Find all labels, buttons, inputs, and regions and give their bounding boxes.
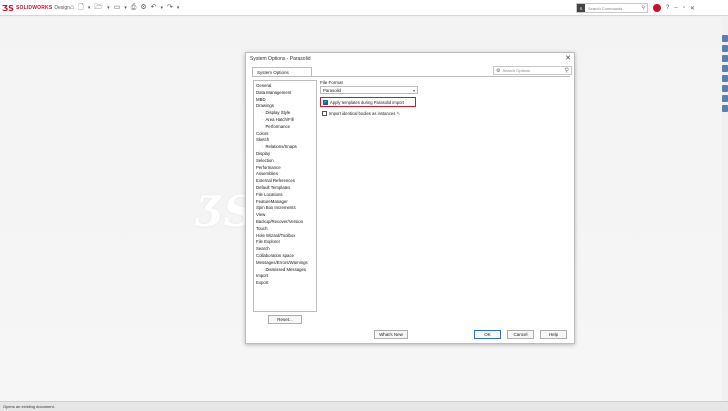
whats-new-button[interactable]: What's New bbox=[374, 330, 408, 339]
search-commands-box[interactable]: S Search Commands ⚲ bbox=[576, 3, 648, 13]
import-identical-option: Import identical bodies as instances ⇖ bbox=[322, 110, 401, 117]
search-icon[interactable]: ⚲ bbox=[565, 67, 569, 74]
tree-item[interactable]: Import bbox=[256, 273, 316, 280]
window-controls: ? – ▫ ✕ bbox=[653, 3, 695, 13]
new-document-icon[interactable]: 🗋 bbox=[78, 3, 84, 13]
tree-item[interactable]: Touch bbox=[256, 226, 316, 233]
options-gear-icon[interactable]: ⚙ bbox=[140, 3, 146, 13]
tree-item[interactable]: Data Management bbox=[256, 90, 316, 97]
task-pane-appearances-icon[interactable] bbox=[722, 75, 728, 82]
status-text: Opens an existing document. bbox=[3, 404, 55, 409]
import-identical-checkbox[interactable] bbox=[322, 111, 327, 116]
status-bar: Opens an existing document. bbox=[0, 401, 728, 411]
redo-icon[interactable]: ↷ bbox=[167, 3, 173, 13]
search-options-input[interactable]: Search Options bbox=[502, 68, 530, 73]
tree-item[interactable]: Performance bbox=[256, 165, 316, 172]
tree-item[interactable]: Export bbox=[256, 280, 316, 287]
tree-item[interactable]: Messages/Errors/Warnings bbox=[256, 260, 316, 267]
tree-item[interactable]: General bbox=[256, 83, 316, 90]
tree-item[interactable]: Selection bbox=[256, 158, 316, 165]
file-format-select[interactable]: Parasolid ▾ bbox=[320, 86, 418, 94]
mouse-cursor-icon: ⇖ bbox=[396, 110, 401, 117]
tree-item[interactable]: Backup/Recover/Version bbox=[256, 219, 316, 226]
options-tree: GeneralData ManagementMBDDrawingsDisplay… bbox=[253, 80, 317, 312]
tree-item[interactable]: Drawings bbox=[256, 103, 316, 110]
tree-item[interactable]: Display Style bbox=[256, 110, 316, 117]
save-icon[interactable]: ▭ bbox=[114, 3, 121, 13]
search-commands-input[interactable]: Search Commands bbox=[588, 6, 622, 11]
help-button[interactable]: Help bbox=[540, 330, 567, 339]
brand-name: SOLIDWORKS bbox=[15, 5, 53, 11]
quick-access-toolbar: ⌂ 🗋 ▾ 🗁 ▾ ▭ ▾ ⎙ ⚙ ↶ ▾ ↷ ▾ bbox=[70, 3, 179, 13]
reset-button[interactable]: Reset... bbox=[268, 315, 302, 324]
tree-item[interactable]: Spin Box Increments bbox=[256, 205, 316, 212]
dropdown-arrow-icon[interactable]: ▾ bbox=[177, 3, 180, 13]
tree-item[interactable]: FeatureManager bbox=[256, 199, 316, 206]
ok-button[interactable]: OK bbox=[474, 330, 501, 339]
gear-icon[interactable]: ⚙ bbox=[496, 68, 500, 74]
tree-item[interactable]: MBD bbox=[256, 97, 316, 104]
task-pane-view-palette-icon[interactable] bbox=[722, 65, 728, 72]
tab-divider bbox=[252, 76, 570, 77]
tree-item[interactable]: Display bbox=[256, 151, 316, 158]
apply-templates-label[interactable]: Apply templates during Parasolid import bbox=[330, 100, 404, 105]
close-icon[interactable]: ✕ bbox=[565, 54, 571, 62]
task-pane-design-library-icon[interactable] bbox=[722, 45, 728, 52]
close-icon[interactable]: ✕ bbox=[690, 5, 695, 12]
task-pane-resources-icon[interactable] bbox=[722, 35, 728, 42]
tree-item[interactable]: Colors bbox=[256, 131, 316, 138]
dropdown-arrow-icon[interactable]: ▾ bbox=[161, 3, 164, 13]
dialog-title: System Options - Parasolid bbox=[250, 56, 311, 62]
tree-item[interactable]: Search bbox=[256, 246, 316, 253]
tree-item[interactable]: Area Hatch/Fill bbox=[256, 117, 316, 124]
task-pane-tabs bbox=[722, 35, 728, 125]
file-format-value: Parasolid bbox=[323, 87, 341, 93]
tree-item[interactable]: Collaboration space bbox=[256, 253, 316, 260]
tree-item[interactable]: File Locations bbox=[256, 192, 316, 199]
title-bar: ƷS SOLIDWORKS Design ⌂ 🗋 ▾ 🗁 ▾ ▭ ▾ ⎙ ⚙ ↶… bbox=[0, 0, 728, 16]
help-icon[interactable]: ? bbox=[666, 5, 669, 11]
cancel-button[interactable]: Cancel bbox=[507, 330, 534, 339]
tree-item[interactable]: Assemblies bbox=[256, 171, 316, 178]
ds-logo-icon: ƷS bbox=[2, 3, 14, 13]
tree-item[interactable]: File Explorer bbox=[256, 239, 316, 246]
undo-icon[interactable]: ↶ bbox=[151, 3, 157, 13]
brand-sub: Design bbox=[54, 5, 70, 11]
home-icon[interactable]: ⌂ bbox=[70, 3, 74, 13]
dropdown-arrow-icon[interactable]: ▾ bbox=[88, 3, 91, 13]
tree-item[interactable]: Relations/Snaps bbox=[256, 144, 316, 151]
file-format-label: File Format bbox=[320, 80, 343, 85]
tree-item[interactable]: External References bbox=[256, 178, 316, 185]
tree-item[interactable]: Hole Wizard/Toolbox bbox=[256, 233, 316, 240]
task-pane-file-explorer-icon[interactable] bbox=[722, 55, 728, 62]
task-pane-custom-props-icon[interactable] bbox=[722, 85, 728, 92]
search-scope-icon[interactable]: S bbox=[577, 4, 585, 12]
system-options-dialog: System Options - Parasolid ✕ System Opti… bbox=[245, 52, 575, 344]
open-folder-icon[interactable]: 🗁 bbox=[94, 3, 103, 13]
tree-item[interactable]: Default Templates bbox=[256, 185, 316, 192]
tree-item[interactable]: Performance bbox=[256, 124, 316, 131]
tree-item[interactable]: View bbox=[256, 212, 316, 219]
dropdown-arrow-icon[interactable]: ▾ bbox=[124, 3, 127, 13]
chevron-down-icon[interactable]: ▾ bbox=[413, 88, 415, 93]
dropdown-arrow-icon[interactable]: ▾ bbox=[107, 3, 110, 13]
search-options-box[interactable]: ⚙ Search Options ⚲ bbox=[493, 66, 572, 75]
tree-item[interactable]: Dismissed Messages bbox=[256, 267, 316, 274]
apply-templates-highlight: ✓ Apply templates during Parasolid impor… bbox=[320, 97, 416, 107]
search-icon[interactable]: ⚲ bbox=[641, 5, 645, 11]
task-pane-solidworks-icon[interactable] bbox=[722, 105, 728, 112]
maximize-icon[interactable]: ▫ bbox=[683, 5, 685, 11]
import-identical-label[interactable]: Import identical bodies as instances bbox=[329, 111, 395, 116]
avatar[interactable] bbox=[653, 4, 661, 12]
minimize-icon[interactable]: – bbox=[674, 5, 677, 11]
tree-item[interactable]: Sketch bbox=[256, 137, 316, 144]
print-icon[interactable]: ⎙ bbox=[131, 3, 137, 13]
apply-templates-checkbox[interactable]: ✓ bbox=[323, 99, 328, 105]
app-logo[interactable]: ƷS SOLIDWORKS Design bbox=[2, 3, 70, 13]
task-pane-forum-icon[interactable] bbox=[722, 95, 728, 102]
